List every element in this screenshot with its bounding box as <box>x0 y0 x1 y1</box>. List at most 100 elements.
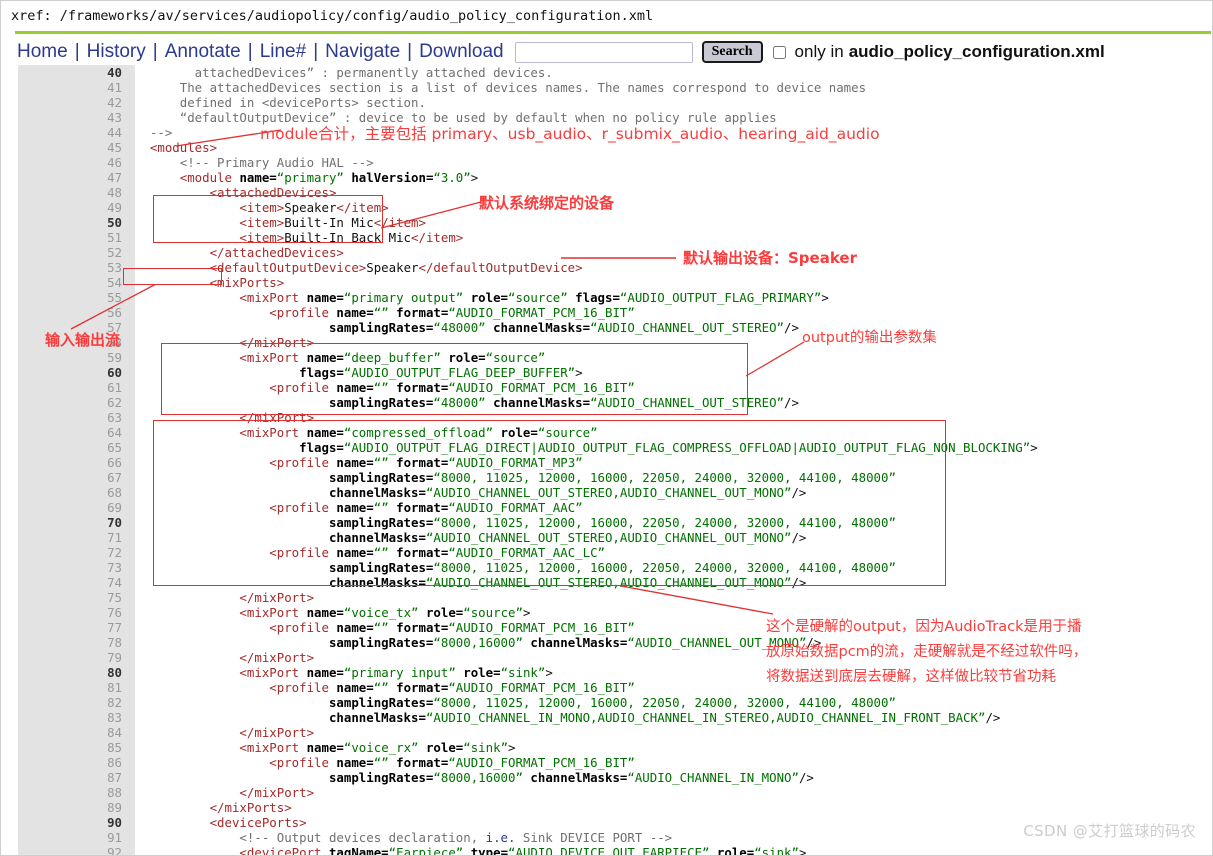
code-line-text: <mixPort name=“compressed_offload” role=… <box>135 425 598 440</box>
code-line-text: <profile name=“” format=“AUDIO_FORMAT_MP… <box>135 455 583 470</box>
header-divider <box>15 31 1211 34</box>
code-line: 88 </mixPort> <box>1 785 1038 800</box>
line-number[interactable]: 50 <box>18 215 135 230</box>
line-number[interactable]: 55 <box>18 290 135 305</box>
code-line: 91 <!-- Output devices declaration, i.e.… <box>1 830 1038 845</box>
nav-annotate[interactable]: Annotate <box>163 41 243 63</box>
nav-home[interactable]: Home <box>15 41 70 63</box>
code-line-text: </mixPort> <box>135 650 315 665</box>
line-number[interactable]: 69 <box>18 500 135 515</box>
code-line-text: </mixPort> <box>135 725 315 740</box>
code-line: 54 <mixPorts> <box>1 275 1038 290</box>
code-line: 73 samplingRates=“8000, 11025, 12000, 16… <box>1 560 1038 575</box>
line-number[interactable]: 40 <box>18 65 135 80</box>
search-button[interactable]: Search <box>701 41 763 63</box>
code-line: 44 --> <box>1 125 1038 140</box>
code-line: 60 flags=“AUDIO_OUTPUT_FLAG_DEEP_BUFFER”… <box>1 365 1038 380</box>
line-number[interactable]: 86 <box>18 755 135 770</box>
line-number[interactable]: 47 <box>18 170 135 185</box>
line-number[interactable]: 59 <box>18 350 135 365</box>
code-line: 76 <mixPort name=“voice_tx” role=“source… <box>1 605 1038 620</box>
code-line-text: “defaultOutputDevice” : device to be use… <box>135 110 777 125</box>
line-number[interactable]: 73 <box>18 560 135 575</box>
line-number[interactable]: 58 <box>18 335 135 350</box>
line-number[interactable]: 44 <box>18 125 135 140</box>
code-line-text: samplingRates=“8000, 11025, 12000, 16000… <box>135 470 896 485</box>
code-lines-container: 40 attachedDevices” : permanently attach… <box>1 65 1038 855</box>
line-number[interactable]: 91 <box>18 830 135 845</box>
line-number[interactable]: 68 <box>18 485 135 500</box>
line-number[interactable]: 67 <box>18 470 135 485</box>
nav-history[interactable]: History <box>85 41 148 63</box>
code-line: 66 <profile name=“” format=“AUDIO_FORMAT… <box>1 455 1038 470</box>
line-number[interactable]: 63 <box>18 410 135 425</box>
line-number[interactable]: 61 <box>18 380 135 395</box>
code-line-text: samplingRates=“8000,16000” channelMasks=… <box>135 635 822 650</box>
line-number[interactable]: 71 <box>18 530 135 545</box>
line-number[interactable]: 45 <box>18 140 135 155</box>
code-line-text: samplingRates=“8000,16000” channelMasks=… <box>135 770 814 785</box>
line-number[interactable]: 82 <box>18 695 135 710</box>
nav-navigate[interactable]: Navigate <box>323 41 402 63</box>
line-number[interactable]: 75 <box>18 590 135 605</box>
code-line-text: channelMasks=“AUDIO_CHANNEL_OUT_STEREO,A… <box>135 485 807 500</box>
line-number[interactable]: 70 <box>18 515 135 530</box>
source-code-viewer[interactable]: 40 attachedDevices” : permanently attach… <box>1 65 1212 855</box>
line-number[interactable]: 72 <box>18 545 135 560</box>
line-number[interactable]: 80 <box>18 665 135 680</box>
line-number[interactable]: 52 <box>18 245 135 260</box>
line-number[interactable]: 79 <box>18 650 135 665</box>
line-number[interactable]: 90 <box>18 815 135 830</box>
line-number[interactable]: 74 <box>18 575 135 590</box>
line-number[interactable]: 76 <box>18 605 135 620</box>
code-line: 45 <modules> <box>1 140 1038 155</box>
code-line-text: defined in <devicePorts> section. <box>135 95 426 110</box>
line-number[interactable]: 56 <box>18 305 135 320</box>
line-number[interactable]: 77 <box>18 620 135 635</box>
line-number[interactable]: 65 <box>18 440 135 455</box>
code-line: 82 samplingRates=“8000, 11025, 12000, 16… <box>1 695 1038 710</box>
line-number[interactable]: 46 <box>18 155 135 170</box>
nav-download[interactable]: Download <box>417 41 506 63</box>
code-line-text: <mixPort name=“primary input” role=“sink… <box>135 665 553 680</box>
code-line: 50 <item>Built-In Mic</item> <box>1 215 1038 230</box>
code-line-text: channelMasks=“AUDIO_CHANNEL_OUT_STEREO,A… <box>135 575 807 590</box>
line-number[interactable]: 78 <box>18 635 135 650</box>
code-line: 47 <module name=“primary” halVersion=“3.… <box>1 170 1038 185</box>
line-number[interactable]: 54 <box>18 275 135 290</box>
line-number[interactable]: 42 <box>18 95 135 110</box>
line-number[interactable]: 60 <box>18 365 135 380</box>
line-number[interactable]: 83 <box>18 710 135 725</box>
code-line: 62 samplingRates=“48000” channelMasks=“A… <box>1 395 1038 410</box>
only-in-file-checkbox[interactable] <box>772 45 786 59</box>
code-line-text: <modules> <box>135 140 218 155</box>
line-number[interactable]: 51 <box>18 230 135 245</box>
line-number[interactable]: 41 <box>18 80 135 95</box>
line-number[interactable]: 92 <box>18 845 135 855</box>
code-line-text: </mixPort> <box>135 785 315 800</box>
code-line: 52 </attachedDevices> <box>1 245 1038 260</box>
line-number[interactable]: 43 <box>18 110 135 125</box>
code-line-text: The attachedDevices section is a list of… <box>135 80 867 95</box>
line-number[interactable]: 85 <box>18 740 135 755</box>
line-number[interactable]: 57 <box>18 320 135 335</box>
nav-linenum[interactable]: Line# <box>258 41 309 63</box>
line-number[interactable]: 49 <box>18 200 135 215</box>
line-number[interactable]: 84 <box>18 725 135 740</box>
code-line: 84 </mixPort> <box>1 725 1038 740</box>
line-number[interactable]: 81 <box>18 680 135 695</box>
code-line-text: flags=“AUDIO_OUTPUT_FLAG_DIRECT|AUDIO_OU… <box>135 440 1038 455</box>
line-number[interactable]: 53 <box>18 260 135 275</box>
code-line: 87 samplingRates=“8000,16000” channelMas… <box>1 770 1038 785</box>
line-number[interactable]: 62 <box>18 395 135 410</box>
code-line-text: <profile name=“” format=“AUDIO_FORMAT_AA… <box>135 545 605 560</box>
search-input[interactable] <box>514 41 693 63</box>
line-number[interactable]: 66 <box>18 455 135 470</box>
line-number[interactable]: 48 <box>18 185 135 200</box>
code-line: 69 <profile name=“” format=“AUDIO_FORMAT… <box>1 500 1038 515</box>
line-number[interactable]: 64 <box>18 425 135 440</box>
code-line-text: <!-- Primary Audio HAL --> <box>135 155 374 170</box>
line-number[interactable]: 87 <box>18 770 135 785</box>
line-number[interactable]: 88 <box>18 785 135 800</box>
line-number[interactable]: 89 <box>18 800 135 815</box>
